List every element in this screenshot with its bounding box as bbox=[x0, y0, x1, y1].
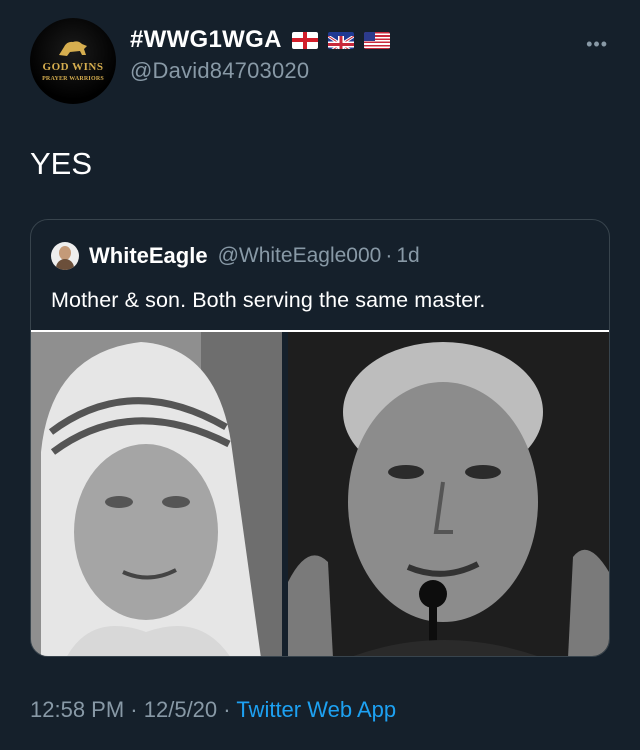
author-names: #WWG1WGA @David84703020 bbox=[130, 26, 390, 84]
author-display-name[interactable]: #WWG1WGA bbox=[130, 26, 390, 54]
tweet-text: YES bbox=[30, 146, 93, 181]
tweet-date[interactable]: 12/5/20 bbox=[144, 697, 217, 722]
quoted-tweet-age: 1d bbox=[396, 244, 420, 267]
quoted-tweet-text: Mother & son. Both serving the same mast… bbox=[51, 288, 486, 312]
quoted-photo-left[interactable] bbox=[31, 332, 282, 656]
tweet-source-link[interactable]: Twitter Web App bbox=[236, 697, 396, 722]
quoted-tweet[interactable]: WhiteEagle @WhiteEagle000 · 1d Mother & … bbox=[30, 219, 610, 657]
us-flag-icon bbox=[363, 31, 390, 49]
quoted-tweet-header: WhiteEagle @WhiteEagle000 · 1d bbox=[51, 242, 420, 270]
tweet-footer: 12:58 PM · 12/5/20 · Twitter Web App bbox=[30, 697, 396, 723]
quoted-separator: · bbox=[385, 244, 393, 267]
tweet-time[interactable]: 12:58 PM bbox=[30, 697, 124, 722]
avatar-logo-subtext: PRAYER WARRIORS bbox=[42, 75, 104, 82]
lion-logo-icon bbox=[59, 40, 87, 56]
tweet-header: GOD WINS PRAYER WARRIORS #WWG1WGA @David… bbox=[30, 18, 610, 108]
avatar-logo-text: GOD WINS bbox=[42, 60, 104, 73]
author-display-name-text: #WWG1WGA bbox=[130, 26, 282, 53]
england-flag-icon bbox=[291, 31, 318, 49]
footer-separator: · bbox=[223, 697, 231, 722]
quoted-author-name[interactable]: WhiteEagle bbox=[89, 243, 208, 269]
quoted-author-handle[interactable]: @WhiteEagle000 bbox=[218, 244, 382, 268]
more-options-icon[interactable]: ••• bbox=[586, 34, 608, 55]
footer-separator: · bbox=[130, 697, 138, 722]
quoted-avatar[interactable] bbox=[51, 242, 79, 270]
avatar[interactable]: GOD WINS PRAYER WARRIORS bbox=[30, 18, 116, 104]
quoted-photo-right[interactable] bbox=[288, 332, 609, 656]
author-handle[interactable]: @David84703020 bbox=[130, 58, 390, 84]
quoted-media bbox=[31, 330, 609, 656]
uk-flag-icon bbox=[327, 31, 354, 49]
